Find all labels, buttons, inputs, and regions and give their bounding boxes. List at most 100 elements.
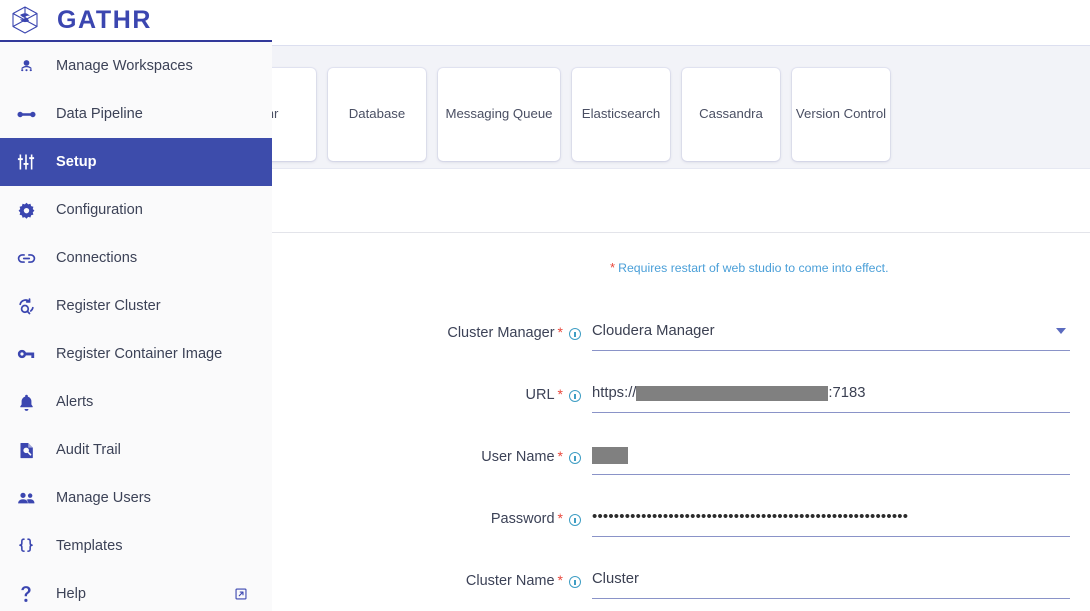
form-row-user-name: User Name * [272, 432, 1090, 494]
cluster-name-input-value: Cluster [592, 571, 639, 587]
app-root: athr Database Messaging Queue Elasticsea… [0, 0, 1090, 611]
required-asterisk: * [557, 386, 563, 403]
sidebar-item-data-pipeline[interactable]: Data Pipeline [0, 90, 272, 138]
sidebar-item-manage-users[interactable]: Manage Users [0, 474, 272, 522]
sidebar-item-help[interactable]: Help [0, 570, 272, 611]
url-prefix: https:// [592, 385, 637, 401]
password-input-value: ••••••••••••••••••••••••••••••••••••••••… [592, 506, 1070, 528]
password-masked-text: ••••••••••••••••••••••••••••••••••••••••… [592, 508, 909, 525]
field-control-user-name[interactable] [592, 432, 1070, 475]
category-tab-list: athr Database Messaging Queue Elasticsea… [218, 68, 890, 161]
user-name-input-value [592, 444, 1070, 466]
field-underline [592, 536, 1070, 537]
field-control-cluster-name[interactable]: Cluster [592, 556, 1070, 599]
sidebar-item-alerts[interactable]: Alerts [0, 378, 272, 426]
field-underline [592, 412, 1070, 413]
sidebar-nav-list: Manage Workspaces Data Pipeline Setup Co… [0, 42, 272, 611]
label-text: URL [525, 387, 555, 403]
form-restart-note: * Requires restart of web studio to come … [610, 260, 889, 275]
setup-form: * Requires restart of web studio to come … [272, 240, 1090, 611]
sidebar-item-label: Manage Users [56, 490, 151, 506]
field-label-user-name: User Name * [272, 432, 592, 465]
sidebar-item-connections[interactable]: Connections [0, 234, 272, 282]
sidebar-item-label: Alerts [56, 394, 94, 410]
required-asterisk: * [557, 572, 563, 589]
external-link-icon[interactable] [234, 587, 248, 601]
braces-icon [9, 536, 43, 556]
gathr-cube-logo-icon [9, 4, 41, 36]
info-circle-icon[interactable] [569, 576, 581, 589]
label-text: Cluster Manager [447, 325, 555, 341]
field-label-url: URL * [272, 370, 592, 403]
tab-card-version-control[interactable]: Version Control [792, 68, 890, 161]
url-suffix: :7183 [828, 385, 866, 401]
required-asterisk: * [557, 324, 563, 341]
field-control-cluster-manager[interactable]: Cloudera Manager [592, 308, 1070, 351]
label-text: Password [490, 511, 555, 527]
info-circle-icon[interactable] [569, 328, 581, 341]
link-icon [9, 249, 43, 268]
required-asterisk: * [557, 510, 563, 527]
field-label-password: Password * [272, 494, 592, 527]
chevron-down-icon[interactable] [1056, 328, 1066, 334]
sidebar-item-templates[interactable]: Templates [0, 522, 272, 570]
pipeline-icon [9, 105, 43, 124]
field-underline [592, 474, 1070, 475]
label-text: Cluster Name [465, 573, 555, 589]
field-label-cluster-name: Cluster Name * [272, 556, 592, 589]
tab-label: Version Control [795, 106, 887, 122]
sidebar-item-label: Data Pipeline [56, 106, 143, 122]
sidebar-item-register-container-image[interactable]: Register Container Image [0, 330, 272, 378]
bell-icon [9, 393, 43, 412]
sidebar-item-audit-trail[interactable]: Audit Trail [0, 426, 272, 474]
field-label-cluster-manager: Cluster Manager * [272, 308, 592, 341]
sidebar-item-label: Connections [56, 250, 138, 266]
tab-label: Cassandra [699, 106, 763, 122]
sidebar-item-label: Audit Trail [56, 442, 121, 458]
sidebar-item-manage-workspaces[interactable]: Manage Workspaces [0, 42, 272, 90]
sidebar-item-label: Templates [56, 538, 123, 554]
info-circle-icon[interactable] [569, 452, 581, 465]
tab-label: Messaging Queue [445, 106, 553, 122]
sidebar-item-register-cluster[interactable]: Register Cluster [0, 282, 272, 330]
tab-label: Database [348, 106, 406, 122]
sidebar-item-label: Register Container Image [56, 346, 223, 362]
form-row-cluster-name: Cluster Name * Cluster [272, 556, 1090, 611]
url-input-value: https:// :7183 [592, 382, 1070, 404]
label-text: User Name [481, 449, 555, 465]
document-search-icon [9, 441, 43, 460]
field-control-url[interactable]: https:// :7183 [592, 370, 1070, 413]
info-circle-icon[interactable] [569, 514, 581, 527]
form-row-url: URL * https:// :7183 [272, 370, 1090, 432]
field-control-password[interactable]: ••••••••••••••••••••••••••••••••••••••••… [592, 494, 1070, 537]
question-mark-icon [9, 584, 43, 604]
sidebar-item-label: Help [56, 586, 87, 602]
tab-card-database[interactable]: Database [328, 68, 426, 161]
sidebar: GATHR Manage Workspaces Data Pipeline Se… [0, 0, 272, 611]
sliders-icon [9, 152, 43, 172]
tab-label: Elasticsearch [581, 106, 661, 122]
content-divider [272, 232, 1090, 233]
key-icon [9, 344, 43, 364]
person-dots-icon [9, 57, 43, 76]
tab-card-messaging-queue[interactable]: Messaging Queue [438, 68, 560, 161]
sidebar-logo[interactable]: GATHR [0, 0, 272, 42]
info-circle-icon[interactable] [569, 390, 581, 403]
refresh-search-icon [9, 297, 43, 316]
brand-name: GATHR [57, 5, 153, 34]
gear-icon [9, 201, 43, 220]
tab-card-cassandra[interactable]: Cassandra [682, 68, 780, 161]
form-row-password: Password * •••••••••••••••••••••••••••••… [272, 494, 1090, 556]
sidebar-item-label: Configuration [56, 202, 143, 218]
sidebar-item-label: Manage Workspaces [56, 58, 193, 74]
redaction-block-username [592, 446, 628, 464]
cluster-manager-select-value: Cloudera Manager [592, 323, 715, 339]
tab-card-elasticsearch[interactable]: Elasticsearch [572, 68, 670, 161]
note-text: Requires restart of web studio to come i… [618, 261, 889, 275]
note-asterisk: * [610, 260, 616, 275]
form-row-cluster-manager: Cluster Manager * Cloudera Manager [272, 308, 1090, 370]
sidebar-item-configuration[interactable]: Configuration [0, 186, 272, 234]
sidebar-item-setup[interactable]: Setup [0, 138, 272, 186]
users-icon [9, 489, 43, 508]
field-underline [592, 350, 1070, 351]
